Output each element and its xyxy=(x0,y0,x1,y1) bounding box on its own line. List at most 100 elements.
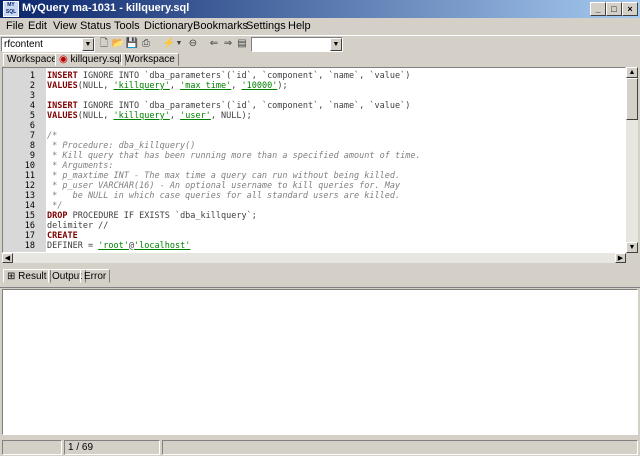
menu-settings[interactable]: Settings xyxy=(246,20,286,32)
line-number: 7 xyxy=(29,131,35,141)
code-line[interactable]: 6 xyxy=(3,121,625,131)
code-line[interactable]: 15 DROP PROCEDURE IF EXISTS `dba_killquer… xyxy=(3,211,625,221)
code-line[interactable]: 4 INSERT IGNORE INTO `dba_parameters`(`id… xyxy=(3,101,625,111)
minimize-button[interactable]: _ xyxy=(590,2,606,16)
line-number: 14 xyxy=(24,201,35,211)
menu-file[interactable]: File xyxy=(6,20,24,32)
code-text: * Kill query that has been running more … xyxy=(47,151,421,161)
line-number: 15 xyxy=(24,211,35,221)
code-line[interactable]: 9 * Kill query that has been running mor… xyxy=(3,151,625,161)
database-select[interactable]: ▼ xyxy=(251,37,343,52)
chevron-down-icon[interactable]: ▼ xyxy=(330,38,342,51)
code-line[interactable]: 8 * Procedure: dba_killquery() xyxy=(3,141,625,151)
print-icon[interactable]: ⎙ xyxy=(139,37,153,51)
code-line[interactable]: 7 /* xyxy=(3,131,625,141)
line-number: 13 xyxy=(24,191,35,201)
line-number: 10 xyxy=(24,161,35,171)
execute-dropdown-icon[interactable]: ▼ xyxy=(174,37,184,51)
connection-value: rfcontent xyxy=(4,39,43,50)
code-line[interactable]: 10 * Arguments: xyxy=(3,161,625,171)
code-text: VALUES(NULL, 'killquery', 'user', NULL); xyxy=(47,111,252,121)
line-number: 8 xyxy=(29,141,35,151)
menu-tools[interactable]: Tools xyxy=(114,20,140,32)
code-text: /* xyxy=(47,131,58,141)
horizontal-scrollbar[interactable]: ◀ ▶ xyxy=(2,253,626,263)
tab-workspace[interactable]: Workspace xyxy=(3,53,61,66)
status-cell-empty xyxy=(2,440,62,455)
scroll-up-icon[interactable]: ▲ xyxy=(626,67,638,78)
tab-error[interactable]: Error xyxy=(80,269,111,283)
code-text: * be NULL in which case queries for all … xyxy=(47,191,401,201)
save-icon[interactable]: 💾 xyxy=(125,37,139,51)
status-message xyxy=(162,440,638,455)
line-number: 6 xyxy=(29,121,35,131)
menu-bookmarks[interactable]: Bookmarks xyxy=(193,20,248,32)
scroll-left-icon[interactable]: ◀ xyxy=(2,253,13,263)
code-line[interactable]: 16 delimiter // xyxy=(3,221,625,231)
code-text: * p_user VARCHAR(16) - An optional usern… xyxy=(47,181,401,191)
app-icon: MY SQL xyxy=(3,1,19,17)
maximize-button[interactable]: □ xyxy=(606,2,622,16)
code-text: * Arguments: xyxy=(47,161,114,171)
tab-workspace-2[interactable]: Workspace xyxy=(121,53,179,66)
line-number: 5 xyxy=(29,111,35,121)
cursor-position: 1 / 69 xyxy=(64,440,160,455)
document-tabs: Workspace ◉ killquery.sql Workspace xyxy=(0,52,640,66)
result-tabs: ⊞ Result Output Error xyxy=(0,268,640,284)
code-line[interactable]: 2 VALUES(NULL, 'killquery', 'max_time', '… xyxy=(3,81,625,91)
sql-editor[interactable]: 1 INSERT IGNORE INTO `dba_parameters`(`id… xyxy=(2,67,626,253)
new-file-icon[interactable]: 🗋 xyxy=(97,37,111,51)
result-icon: ⊞ xyxy=(7,271,16,282)
menu-bar: File Edit View Status Tools Dictionary B… xyxy=(0,18,640,35)
sql-file-icon: ◉ xyxy=(59,54,68,65)
code-line[interactable]: 5 VALUES(NULL, 'killquery', 'user', NULL)… xyxy=(3,111,625,121)
code-line[interactable]: 17 CREATE xyxy=(3,231,625,241)
chevron-down-icon[interactable]: ▼ xyxy=(82,38,94,51)
line-number: 17 xyxy=(24,231,35,241)
code-line[interactable]: 1 INSERT IGNORE INTO `dba_parameters`(`id… xyxy=(3,71,625,81)
scroll-thumb[interactable] xyxy=(626,78,638,120)
result-pane[interactable] xyxy=(2,289,638,435)
tab-label: Result xyxy=(18,271,47,282)
tab-label: Error xyxy=(84,271,107,282)
menu-edit[interactable]: Edit xyxy=(28,20,47,32)
open-folder-icon[interactable]: 📂 xyxy=(111,37,125,51)
scroll-down-icon[interactable]: ▼ xyxy=(626,242,638,253)
toolbar: rfcontent ▼ 🗋 📂 💾 ⎙ ⚡ ▼ ⊖ ⇐ ⇒ ▤ ▼ xyxy=(0,35,640,52)
forward-icon[interactable]: ⇒ xyxy=(221,37,235,51)
back-icon[interactable]: ⇐ xyxy=(207,37,221,51)
menu-view[interactable]: View xyxy=(53,20,77,32)
pane-splitter[interactable] xyxy=(0,284,640,288)
tab-killquery[interactable]: ◉ killquery.sql xyxy=(55,53,127,66)
code-line[interactable]: 3 xyxy=(3,91,625,101)
code-line[interactable]: 12 * p_user VARCHAR(16) - An optional us… xyxy=(3,181,625,191)
line-number: 4 xyxy=(29,101,35,111)
status-bar: 1 / 69 xyxy=(0,438,640,456)
tab-label: Workspace xyxy=(7,54,57,65)
connection-select[interactable]: rfcontent ▼ xyxy=(1,37,95,52)
line-number: 1 xyxy=(29,71,35,81)
scroll-right-icon[interactable]: ▶ xyxy=(615,253,626,263)
stop-icon[interactable]: ⊖ xyxy=(186,37,200,51)
code-line[interactable]: 18 DEFINER = 'root'@'localhost' xyxy=(3,241,625,251)
bookmark-icon[interactable]: ▤ xyxy=(235,37,249,51)
menu-dictionary[interactable]: Dictionary xyxy=(144,20,193,32)
code-text: * p_maxtime INT - The max time a query c… xyxy=(47,171,401,181)
line-number: 16 xyxy=(24,221,35,231)
menu-help[interactable]: Help xyxy=(288,20,311,32)
line-number: 18 xyxy=(24,241,35,251)
tab-label: killquery.sql xyxy=(70,54,123,65)
code-line[interactable]: 11 * p_maxtime INT - The max time a quer… xyxy=(3,171,625,181)
tab-result[interactable]: ⊞ Result xyxy=(3,269,51,283)
vertical-scrollbar[interactable]: ▲ ▼ xyxy=(626,67,638,253)
line-number: 2 xyxy=(29,81,35,91)
code-text: INSERT IGNORE INTO `dba_parameters`(`id`… xyxy=(47,101,411,111)
code-line[interactable]: 14 */ xyxy=(3,201,625,211)
code-text: DEFINER = 'root'@'localhost' xyxy=(47,241,191,251)
close-button[interactable]: × xyxy=(622,2,638,16)
code-text: INSERT IGNORE INTO `dba_parameters`(`id`… xyxy=(47,71,411,81)
menu-status[interactable]: Status xyxy=(80,20,111,32)
code-text: delimiter // xyxy=(47,221,109,231)
line-number: 3 xyxy=(29,91,35,101)
code-line[interactable]: 13 * be NULL in which case queries for a… xyxy=(3,191,625,201)
